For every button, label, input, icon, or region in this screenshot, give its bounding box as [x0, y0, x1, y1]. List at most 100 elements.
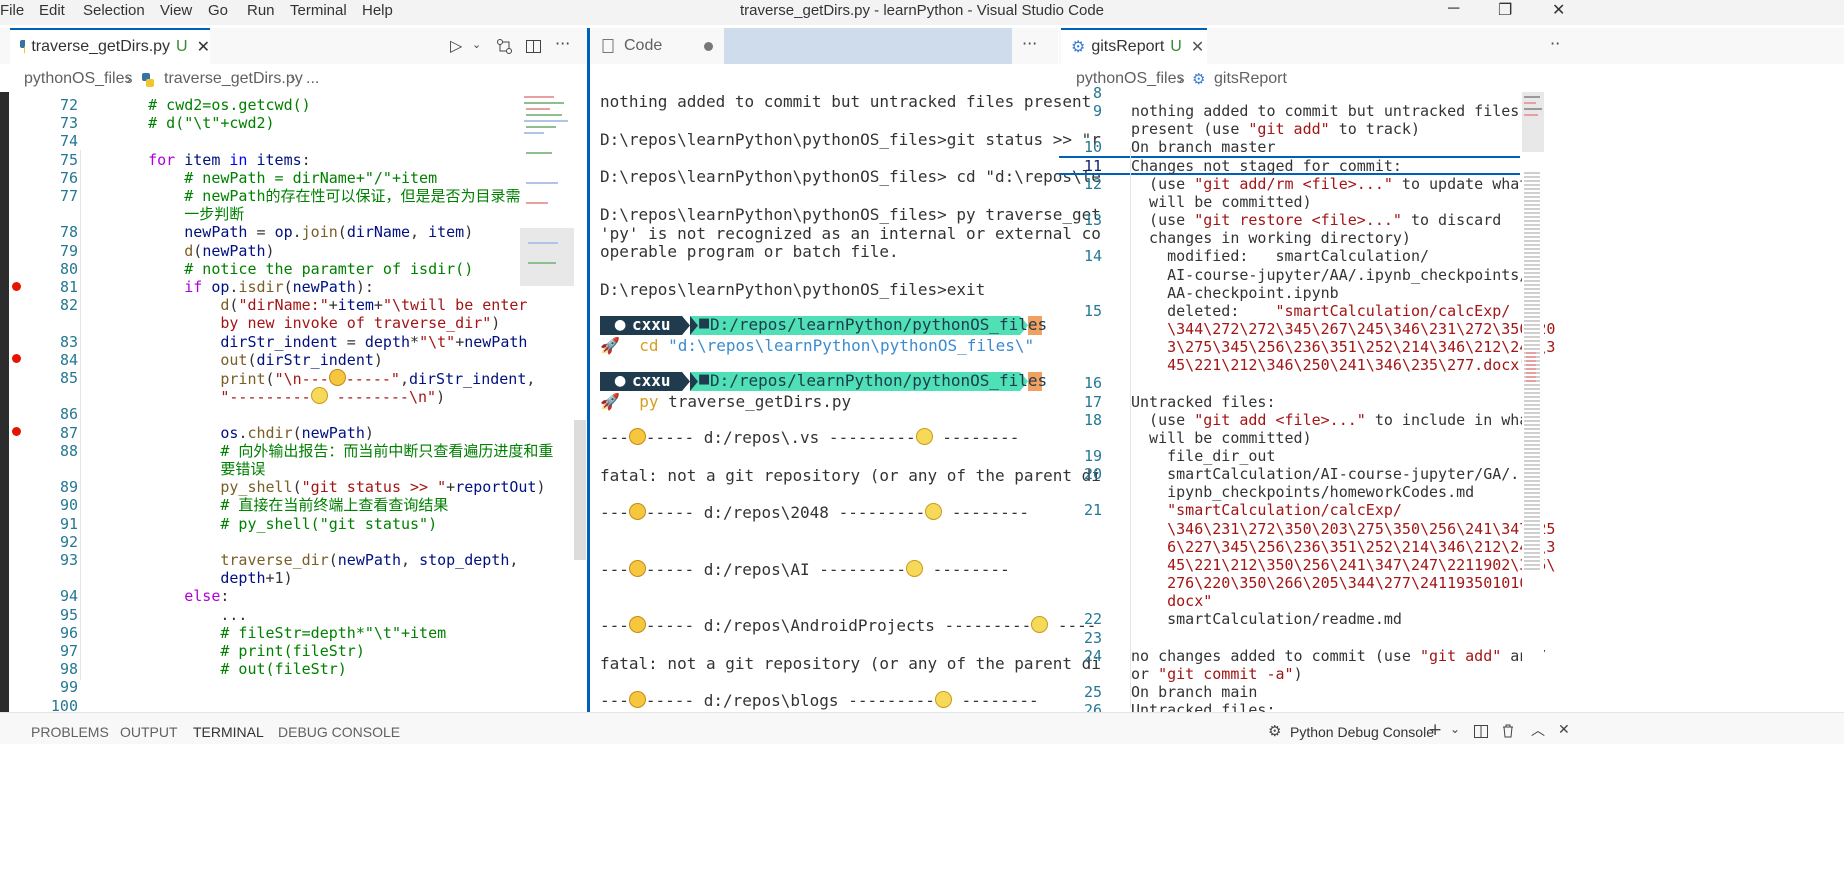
- more-actions-icon[interactable]: ···: [1022, 34, 1037, 53]
- file-icon: [602, 39, 614, 53]
- grin-emoji-icon: [628, 428, 646, 445]
- line-number: 16: [1083, 374, 1102, 393]
- close-tab-icon[interactable]: ✕: [1191, 37, 1204, 57]
- tab-status: U: [176, 38, 188, 55]
- terminal-line: D:\repos\learnPython\pythonOS_files> cd …: [600, 167, 1101, 187]
- terminal-name[interactable]: Python Debug Console: [1290, 724, 1434, 740]
- report-line: On branch master: [1131, 138, 1276, 157]
- line-number: 19: [1083, 447, 1102, 465]
- line-number: 22: [1083, 610, 1102, 629]
- unsaved-dot-icon[interactable]: [704, 41, 714, 51]
- breadcrumb-more[interactable]: ...: [306, 70, 319, 88]
- report-line: will be committed): [1131, 192, 1312, 211]
- code-line: ...: [112, 605, 248, 624]
- tab-status: U: [1170, 38, 1182, 55]
- breakpoint-icon[interactable]: [12, 282, 21, 291]
- tab-code[interactable]: Code: [590, 28, 724, 64]
- sash-divider[interactable]: [587, 28, 590, 713]
- rocket-icon: 🚀: [600, 392, 620, 411]
- breadcrumb-file[interactable]: traverse_getDirs.py: [164, 70, 303, 88]
- breadcrumb-folder[interactable]: pythonOS_files: [24, 70, 133, 88]
- line-number: 73: [59, 114, 78, 133]
- apple-icon: ●: [614, 317, 627, 333]
- close-window-icon[interactable]: ✕: [1552, 0, 1565, 20]
- close-panel-icon[interactable]: ✕: [1558, 722, 1570, 738]
- line-number: 85: [59, 369, 78, 387]
- report-line: modified: smartCalculation/: [1131, 247, 1430, 266]
- compare-icon[interactable]: [496, 38, 514, 56]
- cmd-argument: "d:\repos\learnPython\pythonOS_files\": [668, 336, 1035, 355]
- chevron-down-icon[interactable]: ⌄: [1450, 722, 1460, 736]
- line-number: 87: [59, 423, 78, 442]
- prompt-path: D:/repos/learnPython/pythonOS_files: [710, 315, 1048, 334]
- line-number: 99: [59, 678, 78, 697]
- folder-icon: ■: [698, 372, 711, 387]
- panel-tab-problems[interactable]: PROBLEMS: [31, 724, 109, 740]
- minimize-icon[interactable]: ─: [1448, 0, 1459, 18]
- breakpoint-icon[interactable]: [12, 427, 21, 436]
- split-editor-icon[interactable]: [525, 38, 543, 56]
- tab-label: gitsReport: [1091, 38, 1165, 55]
- code-line: # print(fileStr): [112, 642, 365, 660]
- line-number: 25: [1083, 682, 1102, 701]
- line-number: 23: [1083, 628, 1102, 647]
- code-line: # 向外输出报告：而当前中断只查看遍历进度和重: [112, 441, 554, 460]
- terminal-line: operable program or batch file.: [600, 242, 899, 262]
- line-number: 92: [59, 532, 78, 551]
- more-actions-icon[interactable]: ···: [555, 34, 570, 53]
- code-line: 一步判断: [112, 205, 245, 224]
- new-terminal-icon[interactable]: +: [1428, 720, 1442, 740]
- line-number: 86: [59, 405, 78, 424]
- prompt-bar-1: ● cxxu ■ D:/repos/learnPython/pythonOS_f…: [600, 315, 1047, 335]
- prompt-bar-2: ● cxxu ■ D:/repos/learnPython/pythonOS_f…: [600, 371, 1047, 391]
- cmd-keyword: py: [639, 392, 659, 411]
- breadcrumb-file[interactable]: gitsReport: [1214, 70, 1287, 88]
- panel-tab-output[interactable]: OUTPUT: [120, 724, 178, 740]
- chevron-down-icon[interactable]: ⌄: [472, 38, 481, 51]
- trash-icon[interactable]: [1500, 723, 1516, 739]
- more-actions-icon[interactable]: ··: [1550, 34, 1560, 53]
- python-file-icon: [142, 73, 154, 87]
- code-line: traverse_dir(newPath, stop_depth,: [220, 551, 519, 569]
- chevron-right-icon: ›: [126, 70, 132, 88]
- line-number: 17: [1083, 392, 1102, 411]
- report-line: 45\221\212\350\256\241\347\247\2211902\3…: [1131, 555, 1556, 574]
- terminal-line: D:\repos\learnPython\pythonOS_files>git …: [600, 129, 1101, 149]
- terminal-line: 'py' is not recognized as an internal or…: [600, 223, 1101, 243]
- tab-gitsreport[interactable]: ⚙ gitsReport U ✕: [1061, 28, 1207, 64]
- report-line: 3\275\345\256\236\351\252\214\346\212\24…: [1131, 338, 1556, 357]
- run-icon[interactable]: ▷: [450, 36, 462, 55]
- line-number: 80: [59, 259, 78, 278]
- panel-tab-terminal[interactable]: TERMINAL: [193, 724, 264, 740]
- cmd-line-2: 🚀 py traverse_getDirs.py: [600, 392, 851, 411]
- restore-icon[interactable]: ❐: [1498, 0, 1512, 20]
- code-line: # py_shell("git status"): [112, 514, 438, 533]
- code-line: # notice the paramter of isdir(): [112, 259, 474, 278]
- line-number: 72: [59, 96, 78, 114]
- right-minimap[interactable]: [1522, 92, 1544, 710]
- folder-icon: ■: [698, 316, 711, 331]
- line-number: 93: [59, 551, 78, 569]
- left-scrollbar[interactable]: [574, 420, 586, 560]
- line-number: 90: [59, 496, 78, 515]
- code-line: else:: [184, 587, 230, 606]
- maximize-panel-icon[interactable]: ︿: [1531, 720, 1545, 740]
- line-number: 77: [59, 187, 78, 205]
- gear-icon: ⚙: [1192, 70, 1206, 88]
- breakpoint-icon[interactable]: [12, 354, 21, 363]
- close-tab-icon[interactable]: ✕: [197, 37, 210, 57]
- code-line: # 直接在当前终端上查看查询结果: [112, 496, 449, 515]
- code-line: d(newPath): [184, 241, 275, 260]
- line-number: 15: [1083, 301, 1102, 320]
- gear-icon: ⚙: [1071, 39, 1086, 56]
- tab-traverse-getdirs[interactable]: traverse_getDirs.py U ✕: [10, 28, 210, 64]
- line-number: 98: [59, 660, 78, 679]
- window-title: traverse_getDirs.py - learnPython - Visu…: [739, 2, 1105, 19]
- report-line: docx": [1131, 592, 1213, 611]
- split-terminal-icon[interactable]: [1473, 724, 1489, 740]
- line-number: 20: [1083, 465, 1102, 484]
- panel-tab-debug-console[interactable]: DEBUG CONSOLE: [278, 724, 400, 740]
- prompt-path: D:/repos/learnPython/pythonOS_files: [710, 371, 1048, 390]
- line-number: 18: [1083, 410, 1102, 429]
- left-minimap[interactable]: [520, 92, 574, 292]
